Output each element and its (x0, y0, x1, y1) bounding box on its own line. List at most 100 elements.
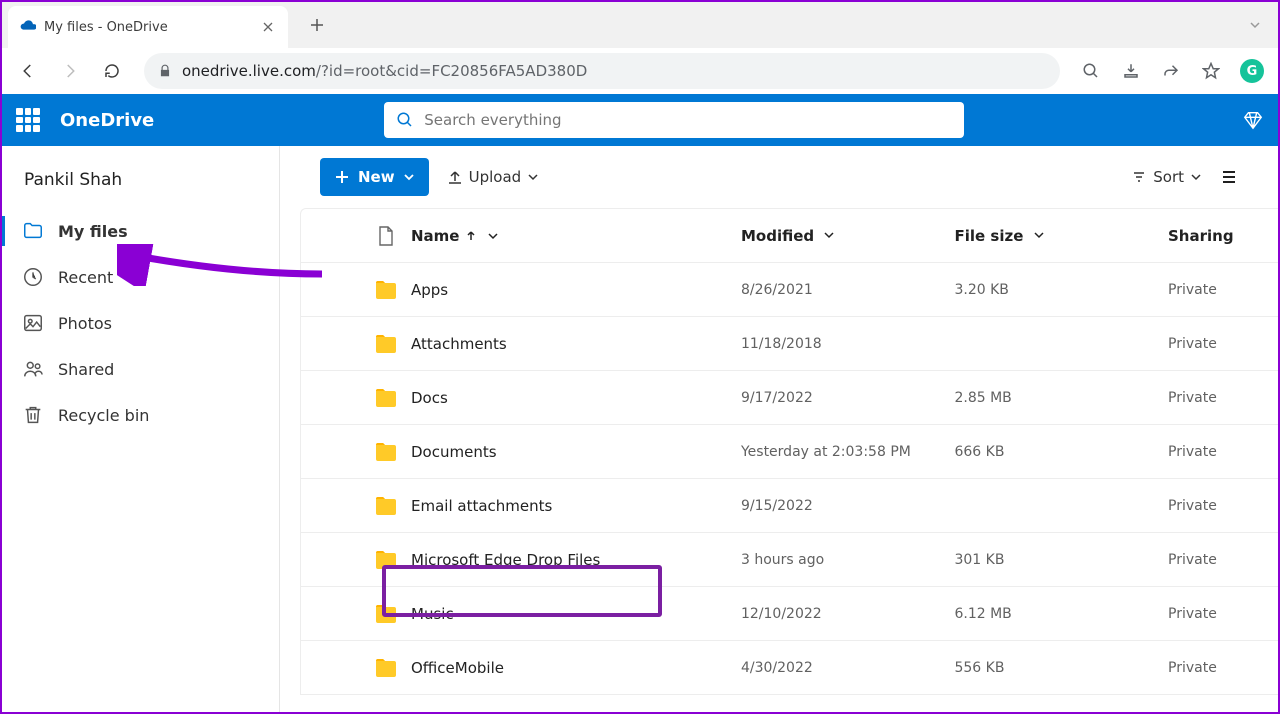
folder-icon (361, 279, 411, 301)
table-header: Name Modified File size Sharing (301, 209, 1278, 263)
col-sharing[interactable]: Sharing (1168, 227, 1278, 245)
col-name[interactable]: Name (411, 227, 741, 245)
sidebar-item-recent[interactable]: Recent (2, 254, 279, 300)
table-row[interactable]: Microsoft Edge Drop Files3 hours ago301 … (301, 533, 1278, 587)
search-omni-icon[interactable] (1074, 54, 1108, 88)
url-text: onedrive.live.com/?id=root&cid=FC20856FA… (182, 62, 587, 80)
trash-icon (22, 404, 44, 426)
lock-icon (158, 64, 172, 78)
address-bar[interactable]: onedrive.live.com/?id=root&cid=FC20856FA… (144, 53, 1060, 89)
sort-button[interactable]: Sort (1131, 168, 1202, 186)
recent-icon (22, 266, 44, 288)
sidebar-item-shared[interactable]: Shared (2, 346, 279, 392)
browser-tab[interactable]: My files - OneDrive (8, 6, 288, 48)
cell-modified: 8/26/2021 (741, 282, 955, 298)
cell-name[interactable]: Music (411, 605, 741, 623)
col-size[interactable]: File size (954, 227, 1168, 245)
view-options-icon[interactable] (1220, 168, 1238, 186)
chevron-down-icon (487, 230, 499, 242)
new-button[interactable]: New (320, 158, 429, 196)
folder-icon (361, 441, 411, 463)
sidebar-item-label: Photos (58, 314, 112, 333)
app-launcher-icon[interactable] (16, 108, 40, 132)
cell-sharing: Private (1168, 336, 1278, 352)
table-row[interactable]: Email attachments9/15/2022 Private (301, 479, 1278, 533)
photo-icon (22, 312, 44, 334)
col-modified[interactable]: Modified (741, 227, 955, 245)
close-tab-icon[interactable] (260, 19, 276, 35)
file-icon (378, 226, 394, 246)
cell-name[interactable]: Docs (411, 389, 741, 407)
chevron-down-icon (1190, 171, 1202, 183)
folder-icon (361, 603, 411, 625)
cell-size: 6.12 MB (954, 606, 1168, 622)
upload-button[interactable]: Upload (447, 168, 540, 186)
sidebar-item-photos[interactable]: Photos (2, 300, 279, 346)
forward-button (52, 53, 88, 89)
cell-size: 3.20 KB (954, 282, 1168, 298)
cell-size: 301 KB (954, 552, 1168, 568)
table-row[interactable]: Music12/10/20226.12 MBPrivate (301, 587, 1278, 641)
cell-modified: 3 hours ago (741, 552, 955, 568)
back-button[interactable] (10, 53, 46, 89)
cell-modified: 12/10/2022 (741, 606, 955, 622)
cell-modified: Yesterday at 2:03:58 PM (741, 444, 955, 460)
folder-icon (361, 495, 411, 517)
cell-name[interactable]: Apps (411, 281, 741, 299)
bookmark-icon[interactable] (1194, 54, 1228, 88)
reload-button[interactable] (94, 53, 130, 89)
folder-icon (361, 549, 411, 571)
tab-title: My files - OneDrive (44, 20, 252, 35)
cell-name[interactable]: Microsoft Edge Drop Files (411, 551, 741, 569)
plus-icon (334, 169, 350, 185)
cell-modified: 4/30/2022 (741, 660, 955, 676)
chevron-down-icon (527, 171, 539, 183)
table-row[interactable]: OfficeMobile4/30/2022556 KBPrivate (301, 641, 1278, 695)
onedrive-icon (20, 19, 36, 35)
brand-name[interactable]: OneDrive (60, 110, 154, 131)
new-tab-button[interactable] (302, 10, 332, 40)
cell-modified: 9/17/2022 (741, 390, 955, 406)
sidebar-item-my-files[interactable]: My files (2, 208, 279, 254)
cell-sharing: Private (1168, 606, 1278, 622)
install-icon[interactable] (1114, 54, 1148, 88)
sidebar-item-label: My files (58, 222, 128, 241)
share-icon[interactable] (1154, 54, 1188, 88)
table-row[interactable]: Apps8/26/20213.20 KBPrivate (301, 263, 1278, 317)
cell-name[interactable]: Attachments (411, 335, 741, 353)
search-icon (396, 111, 414, 129)
cell-name[interactable]: OfficeMobile (411, 659, 741, 677)
sort-asc-icon (465, 230, 477, 242)
sidebar-item-label: Recycle bin (58, 406, 149, 425)
people-icon (22, 358, 44, 380)
sort-icon (1131, 169, 1147, 185)
cell-sharing: Private (1168, 660, 1278, 676)
folder-icon (361, 387, 411, 409)
sidebar-item-label: Shared (58, 360, 114, 379)
table-row[interactable]: Docs9/17/20222.85 MBPrivate (301, 371, 1278, 425)
search-box[interactable] (384, 102, 964, 138)
chevron-down-icon (823, 229, 835, 241)
cell-sharing: Private (1168, 552, 1278, 568)
folder-icon (22, 220, 44, 242)
cell-name[interactable]: Documents (411, 443, 741, 461)
tabs-dropdown-icon[interactable] (1248, 18, 1262, 32)
search-input[interactable] (424, 111, 952, 129)
folder-icon (361, 333, 411, 355)
sidebar-item-recycle-bin[interactable]: Recycle bin (2, 392, 279, 438)
cell-name[interactable]: Email attachments (411, 497, 741, 515)
table-row[interactable]: Attachments11/18/2018 Private (301, 317, 1278, 371)
grammarly-icon[interactable]: G (1240, 59, 1264, 83)
premium-icon[interactable] (1242, 109, 1264, 131)
table-row[interactable]: DocumentsYesterday at 2:03:58 PM666 KBPr… (301, 425, 1278, 479)
cell-sharing: Private (1168, 282, 1278, 298)
cell-size: 556 KB (954, 660, 1168, 676)
cell-sharing: Private (1168, 498, 1278, 514)
cell-sharing: Private (1168, 390, 1278, 406)
cell-sharing: Private (1168, 444, 1278, 460)
chevron-down-icon (403, 171, 415, 183)
cell-modified: 11/18/2018 (741, 336, 955, 352)
folder-icon (361, 657, 411, 679)
sidebar-item-label: Recent (58, 268, 113, 287)
cell-modified: 9/15/2022 (741, 498, 955, 514)
